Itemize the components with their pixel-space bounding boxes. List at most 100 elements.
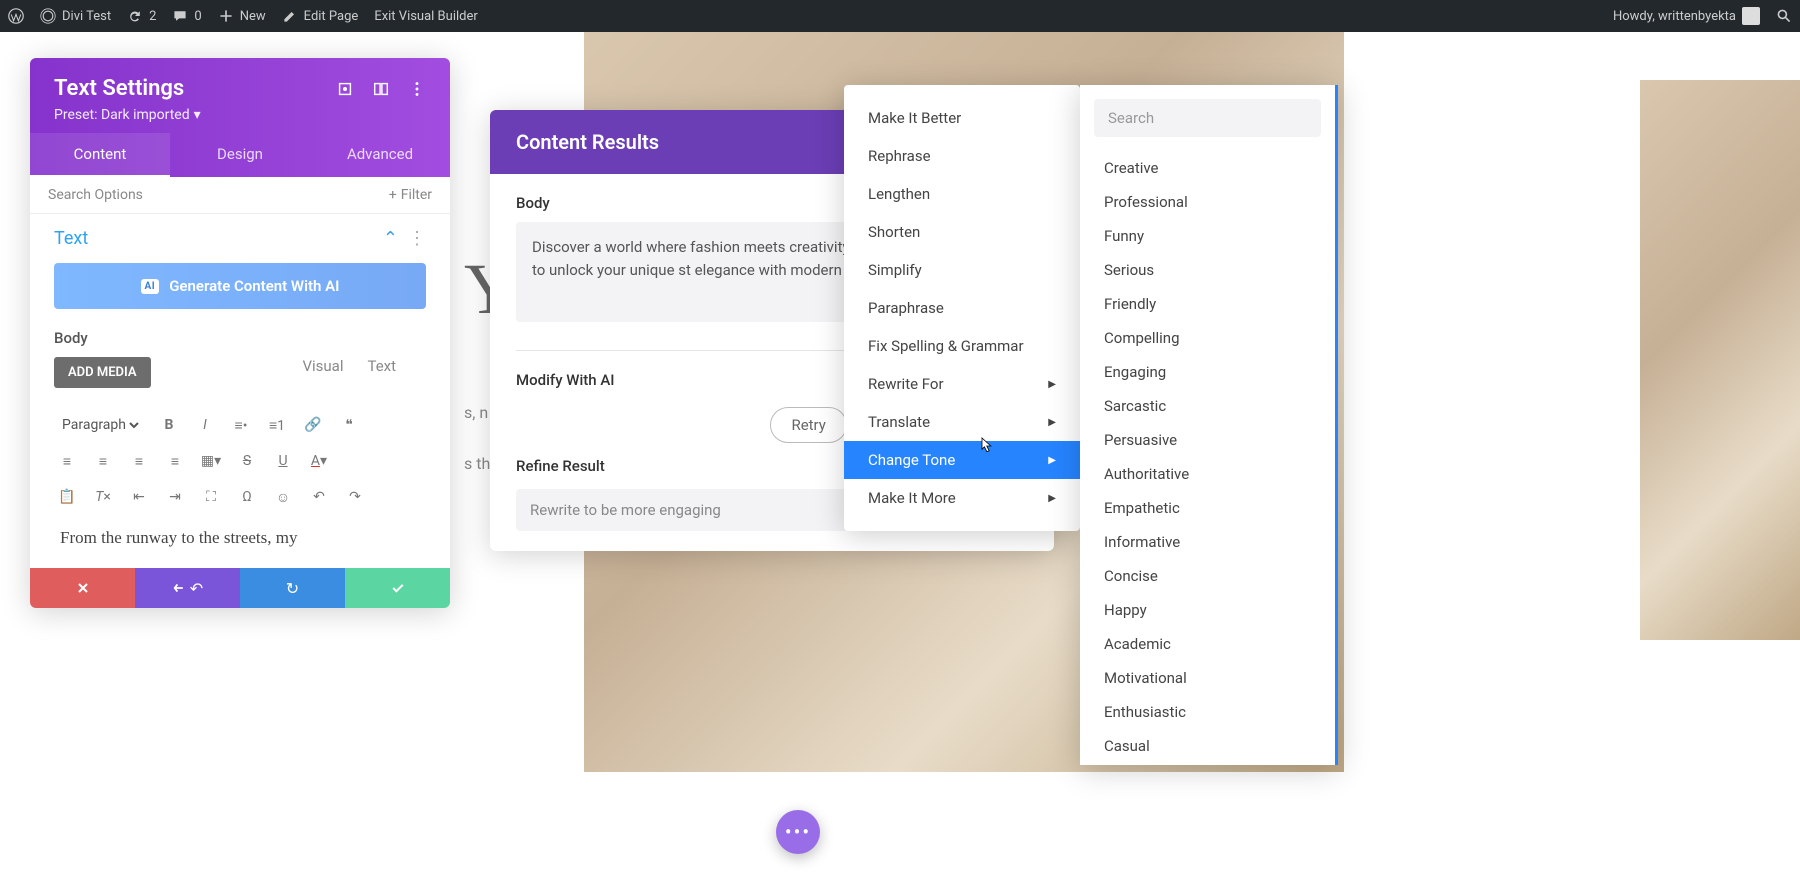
collapse-icon[interactable]: ⌃ bbox=[383, 228, 398, 249]
underline-icon[interactable]: U bbox=[274, 452, 292, 470]
link-icon[interactable]: 🔗 bbox=[304, 416, 322, 434]
clear-format-icon[interactable]: T× bbox=[94, 488, 112, 506]
outdent-icon[interactable]: ⇤ bbox=[130, 488, 148, 506]
tone-option-happy[interactable]: Happy bbox=[1094, 593, 1321, 627]
quote-icon[interactable]: ❝ bbox=[340, 416, 358, 434]
tone-option-friendly[interactable]: Friendly bbox=[1094, 287, 1321, 321]
tone-option-engaging[interactable]: Engaging bbox=[1094, 355, 1321, 389]
tone-option-enthusiastic[interactable]: Enthusiastic bbox=[1094, 695, 1321, 729]
editor-content[interactable]: From the runway to the streets, my bbox=[54, 518, 426, 558]
greeting[interactable]: Howdy, writtenbyekta bbox=[1613, 7, 1760, 25]
avatar bbox=[1742, 7, 1760, 25]
refine-input[interactable]: Rewrite to be more engaging bbox=[516, 489, 893, 531]
tab-content[interactable]: Content bbox=[30, 133, 170, 177]
tone-option-informative[interactable]: Informative bbox=[1094, 525, 1321, 559]
tone-search-input[interactable]: Search bbox=[1094, 99, 1321, 137]
number-list-icon[interactable]: ≡1 bbox=[268, 416, 286, 434]
redo-icon[interactable]: ↷ bbox=[346, 488, 364, 506]
search-icon[interactable] bbox=[1776, 8, 1792, 24]
chevron-right-icon: ▶ bbox=[1048, 455, 1056, 466]
align-center-icon[interactable]: ≡ bbox=[94, 452, 112, 470]
tone-option-concise[interactable]: Concise bbox=[1094, 559, 1321, 593]
editor-tab-text[interactable]: Text bbox=[367, 357, 396, 375]
paragraph-select[interactable]: Paragraph bbox=[58, 416, 142, 434]
tone-option-authoritative[interactable]: Authoritative bbox=[1094, 457, 1321, 491]
filter-button[interactable]: + Filter bbox=[389, 187, 432, 203]
bullet-list-icon[interactable]: ≡• bbox=[232, 416, 250, 434]
paste-icon[interactable]: 📋 bbox=[58, 488, 76, 506]
save-button[interactable] bbox=[345, 568, 450, 608]
chevron-right-icon: ▶ bbox=[1048, 379, 1056, 390]
search-options[interactable]: Search Options bbox=[48, 187, 143, 203]
ai-menu-item-change-tone[interactable]: Change Tone▶ bbox=[844, 441, 1080, 479]
bold-icon[interactable]: B bbox=[160, 416, 178, 434]
ai-menu-item-rephrase[interactable]: Rephrase bbox=[844, 137, 1080, 175]
ai-menu-item-simplify[interactable]: Simplify bbox=[844, 251, 1080, 289]
ai-menu-item-shorten[interactable]: Shorten bbox=[844, 213, 1080, 251]
tone-option-sarcastic[interactable]: Sarcastic bbox=[1094, 389, 1321, 423]
tone-option-funny[interactable]: Funny bbox=[1094, 219, 1321, 253]
table-icon[interactable]: ▦▾ bbox=[202, 452, 220, 470]
edit-page[interactable]: Edit Page bbox=[282, 8, 359, 24]
preset-selector[interactable]: Preset: Dark imported ▾ bbox=[54, 107, 426, 123]
indent-icon[interactable]: ⇥ bbox=[166, 488, 184, 506]
panel-title: Text Settings bbox=[54, 76, 184, 101]
chevron-right-icon: ▶ bbox=[1048, 417, 1056, 428]
generate-content-ai-button[interactable]: AI Generate Content With AI bbox=[54, 263, 426, 309]
change-tone-submenu: Search CreativeProfessionalFunnySeriousF… bbox=[1080, 85, 1338, 765]
tone-option-academic[interactable]: Academic bbox=[1094, 627, 1321, 661]
section-text[interactable]: Text bbox=[54, 228, 88, 249]
tone-option-professional[interactable]: Professional bbox=[1094, 185, 1321, 219]
fullscreen-icon[interactable]: ⛶ bbox=[202, 488, 220, 506]
chevron-down-icon: ▾ bbox=[194, 107, 201, 123]
ai-menu-item-rewrite-for[interactable]: Rewrite For▶ bbox=[844, 365, 1080, 403]
tone-option-motivational[interactable]: Motivational bbox=[1094, 661, 1321, 695]
align-left-icon[interactable]: ≡ bbox=[58, 452, 76, 470]
tone-option-casual[interactable]: Casual bbox=[1094, 729, 1321, 763]
tab-advanced[interactable]: Advanced bbox=[310, 133, 450, 177]
add-media-button[interactable]: ADD MEDIA bbox=[54, 357, 151, 388]
undo-icon[interactable]: ↶ bbox=[310, 488, 328, 506]
align-right-icon[interactable]: ≡ bbox=[130, 452, 148, 470]
ai-menu-item-lengthen[interactable]: Lengthen bbox=[844, 175, 1080, 213]
ai-menu-item-translate[interactable]: Translate▶ bbox=[844, 403, 1080, 441]
redo-button[interactable]: ↻ bbox=[240, 568, 345, 608]
emoji-icon[interactable]: ☺ bbox=[274, 488, 292, 506]
expand-icon[interactable] bbox=[336, 80, 354, 98]
layout-icon[interactable] bbox=[372, 80, 390, 98]
ai-menu-item-fix-spelling-grammar[interactable]: Fix Spelling & Grammar bbox=[844, 327, 1080, 365]
wp-admin-bar: Divi Test 2 0 New Edit Page Exit Visual … bbox=[0, 0, 1800, 32]
retry-button[interactable]: Retry bbox=[770, 407, 846, 443]
text-settings-panel: Text Settings Preset: Dark imported ▾ Co… bbox=[30, 58, 450, 608]
wp-logo[interactable] bbox=[8, 8, 24, 24]
site-name[interactable]: Divi Test bbox=[40, 8, 111, 24]
tab-design[interactable]: Design bbox=[170, 133, 310, 177]
comments[interactable]: 0 bbox=[172, 8, 201, 24]
exit-visual-builder[interactable]: Exit Visual Builder bbox=[374, 9, 477, 24]
italic-icon[interactable]: I bbox=[196, 416, 214, 434]
ai-menu-item-make-it-more[interactable]: Make It More▶ bbox=[844, 479, 1080, 517]
strike-icon[interactable]: S bbox=[238, 452, 256, 470]
ai-menu-item-paraphrase[interactable]: Paraphrase bbox=[844, 289, 1080, 327]
updates[interactable]: 2 bbox=[127, 8, 156, 24]
more-icon[interactable] bbox=[408, 80, 426, 98]
tone-option-compelling[interactable]: Compelling bbox=[1094, 321, 1321, 355]
omega-icon[interactable]: Ω bbox=[238, 488, 256, 506]
tone-option-empathetic[interactable]: Empathetic bbox=[1094, 491, 1321, 525]
panel-footer: ↶ ↻ bbox=[30, 568, 450, 608]
editor-tab-visual[interactable]: Visual bbox=[302, 357, 343, 375]
ai-menu-item-make-it-better[interactable]: Make It Better bbox=[844, 99, 1080, 137]
body-label: Body bbox=[54, 329, 426, 347]
settings-tabs: Content Design Advanced bbox=[30, 133, 450, 177]
align-justify-icon[interactable]: ≡ bbox=[166, 452, 184, 470]
tone-option-creative[interactable]: Creative bbox=[1094, 151, 1321, 185]
cancel-button[interactable] bbox=[30, 568, 135, 608]
page-background-right bbox=[1640, 80, 1800, 640]
tone-option-serious[interactable]: Serious bbox=[1094, 253, 1321, 287]
tone-option-persuasive[interactable]: Persuasive bbox=[1094, 423, 1321, 457]
new[interactable]: New bbox=[218, 8, 266, 24]
section-more-icon[interactable]: ⋮ bbox=[408, 228, 426, 249]
divi-fab[interactable]: ••• bbox=[776, 810, 820, 854]
undo-button[interactable]: ↶ bbox=[135, 568, 240, 608]
text-color-icon[interactable]: A▾ bbox=[310, 452, 328, 470]
